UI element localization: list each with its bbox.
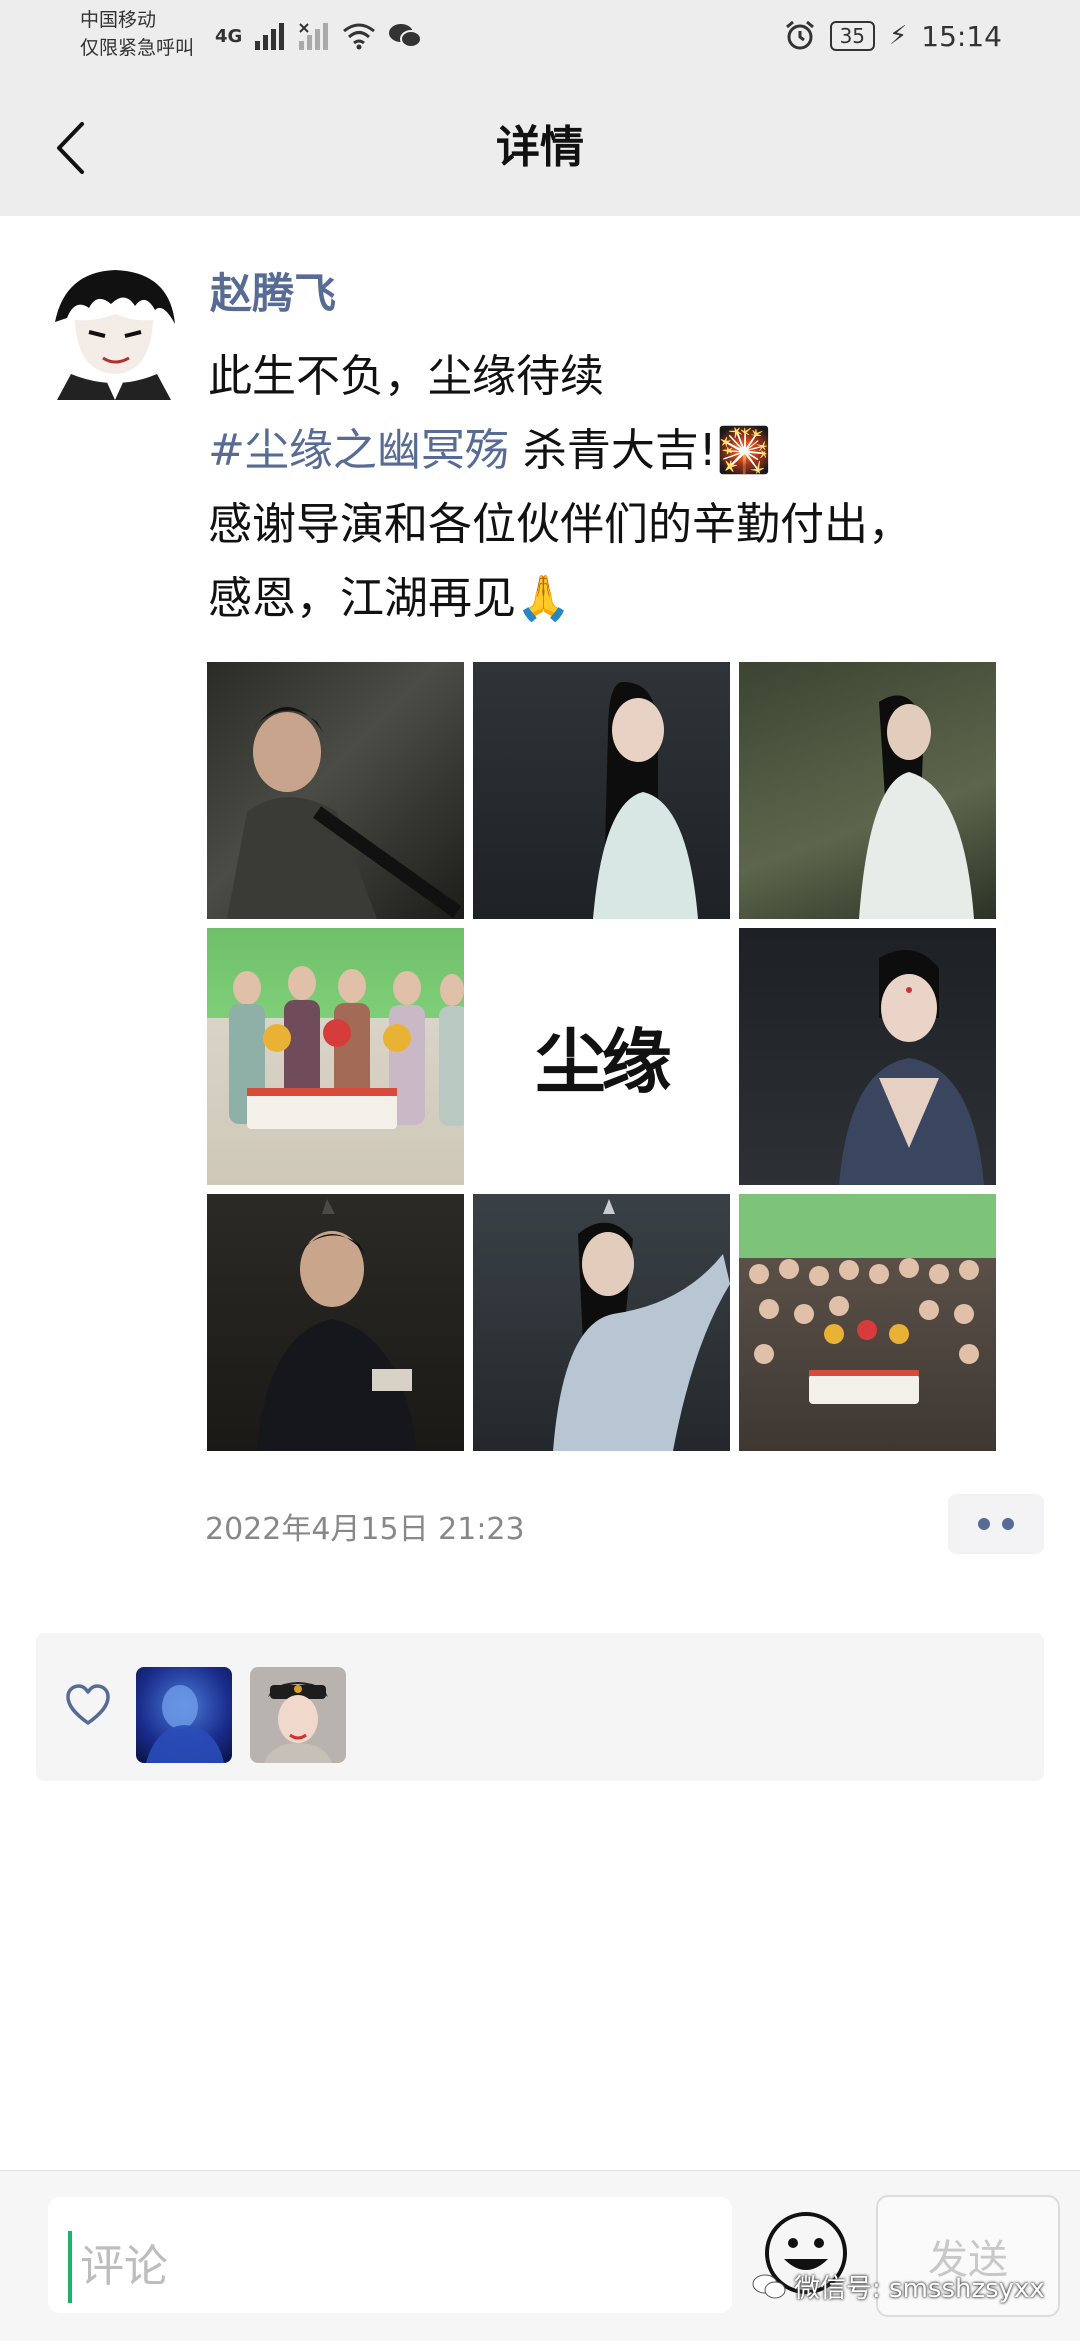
photo-thumbnail[interactable] <box>473 1194 730 1451</box>
status-bar: 中国移动 仅限紧急呼叫 4G 35 ⚡ 15:14 <box>0 0 1080 80</box>
more-dot-icon <box>978 1518 990 1530</box>
photo-thumbnail[interactable] <box>739 1194 996 1451</box>
photo-thumbnail[interactable] <box>739 928 996 1185</box>
drama-logo: 尘缘 <box>535 1020 672 1103</box>
network-type: 4G <box>215 25 243 47</box>
text-cursor <box>68 2231 72 2303</box>
page-title: 详情 <box>496 122 584 173</box>
photo-thumbnail[interactable] <box>739 662 996 919</box>
signal-no-sim-icon <box>299 23 329 50</box>
photo-thumbnail[interactable] <box>207 662 464 919</box>
photo-thumbnail[interactable] <box>207 1194 464 1451</box>
pray-emoji: 🙏 <box>516 573 571 624</box>
status-icons-right: 35 ⚡ 15:14 <box>784 16 1002 56</box>
clock: 15:14 <box>921 19 1002 53</box>
watermark: 微信号: smsshzsyxx <box>752 2268 1045 2305</box>
post-content: 此生不负，尘缘待续 #尘缘之幽冥殇 杀青大吉!🎇 感谢导演和各位伙伴们的辛勤付出… <box>208 340 1028 636</box>
author-avatar[interactable] <box>45 262 183 400</box>
charging-icon: ⚡ <box>889 21 908 51</box>
nav-bar: 详情 <box>0 80 1080 216</box>
photo-thumbnail[interactable] <box>473 662 730 919</box>
photo-thumbnail[interactable]: 尘缘 <box>473 928 730 1185</box>
comment-placeholder: 评论 <box>80 2241 168 2292</box>
wifi-icon <box>343 23 376 50</box>
alarm-icon <box>785 20 814 50</box>
photo-grid: 尘缘 <box>207 662 997 1451</box>
post-line-closing: 感恩，江湖再见🙏 <box>208 562 1028 636</box>
post-text: 杀青大吉! <box>508 425 717 476</box>
comment-input[interactable]: 评论 <box>48 2197 732 2313</box>
post-line-hashtag: #尘缘之幽冥殇 杀青大吉!🎇 <box>208 414 1028 488</box>
author-name[interactable]: 赵腾飞 <box>210 266 336 322</box>
likes-section <box>36 1633 1044 1781</box>
liker-avatar[interactable] <box>136 1667 232 1763</box>
status-icons-left: 4G <box>215 16 423 56</box>
carrier-emergency: 仅限紧急呼叫 <box>80 37 195 59</box>
more-dot-icon <box>1002 1518 1014 1530</box>
watermark-text: 微信号: smsshzsyxx <box>794 2274 1045 2304</box>
firework-emoji: 🎇 <box>716 425 772 476</box>
photo-thumbnail[interactable] <box>207 928 464 1185</box>
more-options-button[interactable] <box>948 1494 1044 1554</box>
post-line: 此生不负，尘缘待续 <box>208 351 604 402</box>
post-text: 感恩，江湖再见 <box>208 573 516 624</box>
liker-avatar[interactable] <box>250 1667 346 1763</box>
battery-indicator: 35 <box>829 21 876 51</box>
carrier-name: 中国移动 <box>80 9 157 31</box>
wechat-notification-icon <box>389 24 423 48</box>
wechat-logo-icon <box>752 2274 786 2298</box>
carrier-info: 中国移动 仅限紧急呼叫 <box>80 6 194 62</box>
post-line: 感谢导演和各位伙伴们的辛勤付出， <box>208 499 912 550</box>
comment-bar: 评论 发送 <box>0 2170 1080 2341</box>
heart-icon <box>66 1684 110 1725</box>
hashtag-link[interactable]: #尘缘之幽冥殇 <box>208 425 509 476</box>
post-timestamp: 2022年4月15日 21:23 <box>205 1512 525 1547</box>
signal-icon <box>255 23 285 50</box>
